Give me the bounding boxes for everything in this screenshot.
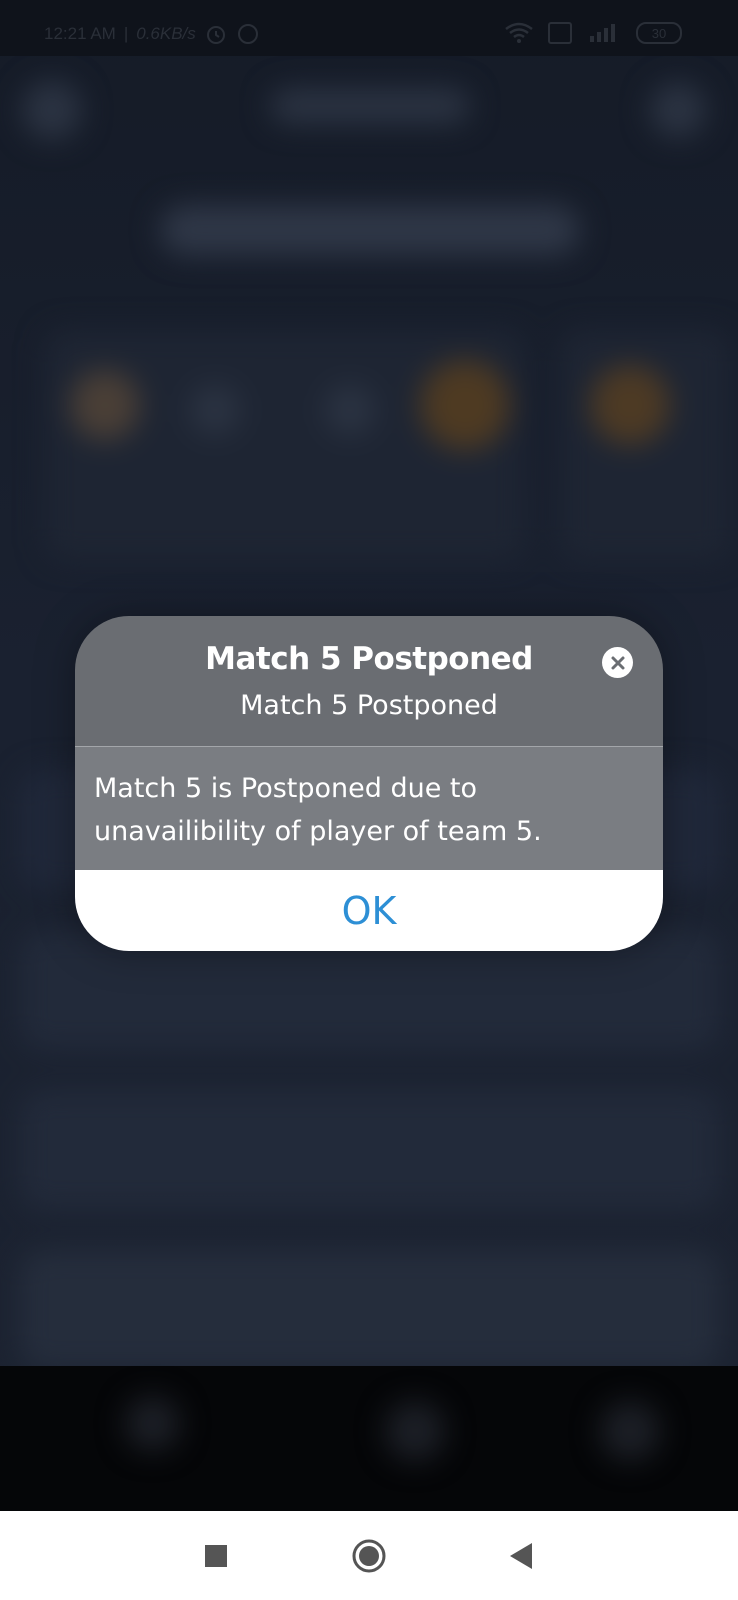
nav-home-icon xyxy=(125,1396,180,1451)
team-logo xyxy=(590,365,670,445)
back-button[interactable] xyxy=(498,1533,544,1579)
status-time: 12:21 AM xyxy=(44,24,116,43)
match-card-2 xyxy=(560,330,730,560)
dialog-footer: OK xyxy=(75,870,663,951)
team-logo xyxy=(325,385,375,435)
nav-center-icon xyxy=(385,1401,445,1461)
team-logo xyxy=(190,385,240,435)
system-navigation-bar xyxy=(0,1511,738,1600)
home-button[interactable] xyxy=(346,1533,392,1579)
close-button[interactable] xyxy=(602,647,633,678)
status-left: 12:21 AM | 0.6KB/s xyxy=(44,22,260,46)
dialog-message: Match 5 is Postponed due to unavailibili… xyxy=(94,773,542,847)
battery-icon: 30 xyxy=(636,22,682,44)
circle-icon xyxy=(352,1539,386,1573)
hd-icon xyxy=(548,22,572,44)
nav-profile-icon xyxy=(600,1401,660,1461)
dialog-header: Match 5 Postponed Match 5 Postponed xyxy=(75,616,663,746)
ok-button[interactable]: OK xyxy=(75,870,663,951)
status-separator: | xyxy=(123,24,129,43)
square-icon xyxy=(205,1545,227,1567)
banner-placeholder xyxy=(160,205,580,255)
wifi-icon xyxy=(505,22,533,43)
status-bar: 12:21 AM | 0.6KB/s 30 xyxy=(0,0,738,56)
app-bottom-nav xyxy=(0,1366,738,1511)
menu-icon xyxy=(22,80,82,140)
team-logo xyxy=(70,370,140,440)
profile-icon xyxy=(650,82,706,138)
battery-level: 30 xyxy=(651,25,667,41)
status-right: 30 xyxy=(504,22,682,44)
team-logo xyxy=(420,360,510,450)
close-icon xyxy=(611,656,624,669)
recents-button[interactable] xyxy=(193,1533,239,1579)
list-item xyxy=(20,1250,720,1370)
status-speed: 0.6KB/s xyxy=(136,24,196,43)
dialog-body: Match 5 is Postponed due to unavailibili… xyxy=(75,747,663,870)
triangle-back-icon xyxy=(510,1543,532,1569)
alarm-icon xyxy=(206,26,225,44)
list-item xyxy=(20,1090,720,1210)
dialog-subtitle: Match 5 Postponed xyxy=(240,690,498,721)
signal-icon xyxy=(590,24,615,42)
app-title-placeholder xyxy=(270,88,470,124)
dialog-title: Match 5 Postponed xyxy=(205,641,533,677)
postponed-dialog: Match 5 Postponed Match 5 Postponed Matc… xyxy=(75,616,663,951)
whatsapp-icon xyxy=(237,24,258,44)
